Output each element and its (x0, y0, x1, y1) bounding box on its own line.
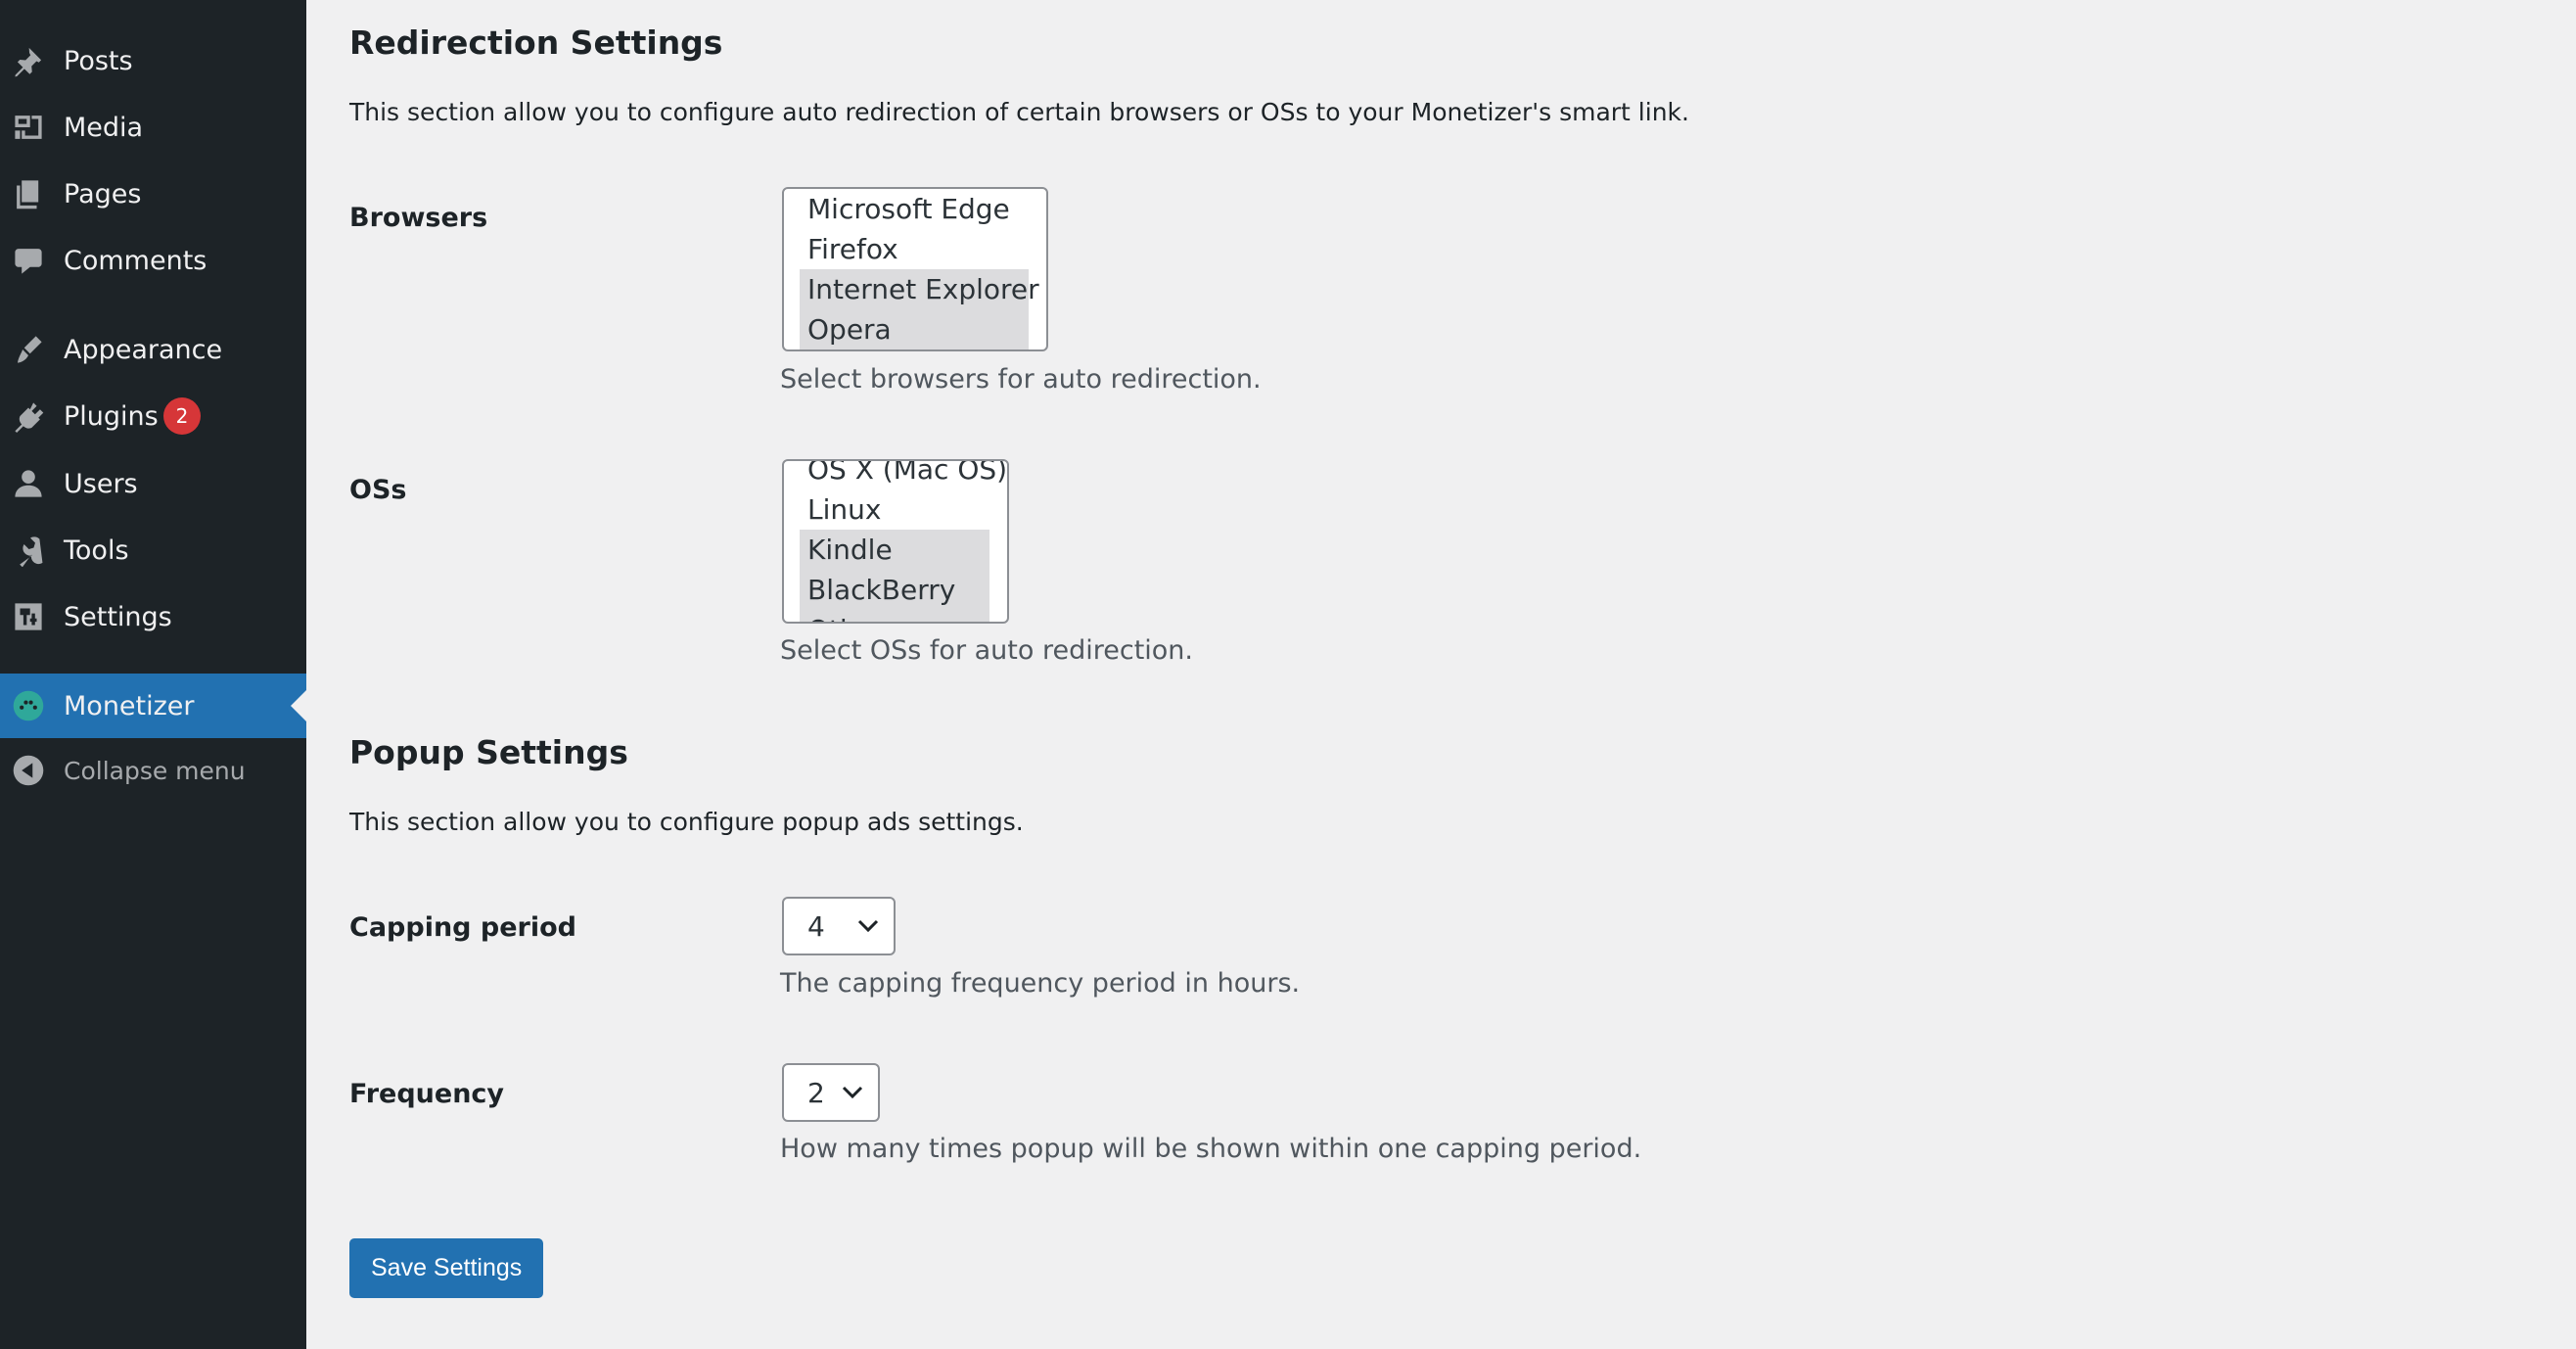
os-option-osx[interactable]: OS X (Mac OS) (800, 461, 1007, 489)
sidebar-item-label: Comments (64, 245, 207, 276)
frequency-select[interactable]: 2 (782, 1063, 880, 1122)
sidebar-item-label: Pages (64, 178, 142, 209)
sidebar-item-label: Appearance (64, 334, 223, 365)
sidebar-item-plugins[interactable]: Plugins 2 (0, 384, 306, 448)
sidebar-item-pages[interactable]: Pages (0, 162, 306, 226)
browsers-multiselect[interactable]: Microsoft Edge Firefox Internet Explorer… (782, 187, 1048, 351)
collapse-menu-button[interactable]: Collapse menu (0, 738, 306, 803)
frequency-value: 2 (807, 1076, 825, 1109)
settings-icon (11, 599, 46, 634)
popup-settings-title: Popup Settings (349, 733, 628, 771)
popup-description: This section allow you to configure popu… (349, 808, 1024, 836)
redirection-settings-title: Redirection Settings (349, 23, 723, 62)
media-icon (11, 110, 46, 145)
user-icon (11, 466, 46, 501)
collapse-icon (11, 753, 46, 788)
browser-option-edge[interactable]: Microsoft Edge (800, 189, 1010, 229)
os-option-blackberry[interactable]: BlackBerry (800, 570, 989, 610)
browser-option-firefox[interactable]: Firefox (800, 229, 898, 269)
wrench-icon (11, 533, 46, 568)
sidebar-item-tools[interactable]: Tools (0, 518, 306, 582)
update-count-badge: 2 (163, 397, 201, 435)
sidebar-item-label: Collapse menu (64, 756, 246, 785)
monetizer-icon (11, 688, 46, 723)
sidebar-item-appearance[interactable]: Appearance (0, 317, 306, 382)
frequency-help: How many times popup will be shown withi… (780, 1134, 1642, 1164)
sidebar-item-label: Media (64, 112, 144, 143)
os-option-other[interactable]: Other (800, 610, 989, 622)
chevron-down-icon (857, 919, 879, 933)
sidebar-item-monetizer[interactable]: Monetizer (0, 674, 306, 738)
plugin-icon (11, 398, 46, 434)
os-option-kindle[interactable]: Kindle (800, 530, 989, 570)
admin-sidebar: Posts Media Pages Comments Appearance Pl… (0, 0, 306, 1349)
browsers-label: Browsers (349, 203, 488, 233)
sidebar-item-media[interactable]: Media (0, 95, 306, 160)
capping-period-value: 4 (807, 909, 825, 943)
sidebar-item-settings[interactable]: Settings (0, 584, 306, 649)
capping-period-help: The capping frequency period in hours. (780, 968, 1301, 999)
oss-label: OSs (349, 475, 407, 505)
sidebar-item-label: Users (64, 468, 138, 499)
sidebar-item-comments[interactable]: Comments (0, 228, 306, 293)
settings-main: Redirection Settings This section allow … (306, 0, 2576, 1349)
chevron-down-icon (842, 1086, 863, 1099)
capping-period-label: Capping period (349, 912, 576, 943)
browser-option-ie[interactable]: Internet Explorer (800, 269, 1039, 309)
pages-icon (11, 176, 46, 211)
browsers-help: Select browsers for auto redirection. (780, 364, 1262, 395)
save-settings-button[interactable]: Save Settings (349, 1238, 544, 1298)
redirection-description: This section allow you to configure auto… (349, 98, 1689, 126)
sidebar-item-label: Monetizer (64, 690, 195, 721)
sidebar-item-label: Tools (64, 535, 129, 566)
frequency-label: Frequency (349, 1079, 505, 1109)
sidebar-item-users[interactable]: Users (0, 451, 306, 516)
brush-icon (11, 332, 46, 367)
oss-multiselect[interactable]: OS X (Mac OS) Linux Kindle BlackBerry Ot… (782, 459, 1009, 624)
capping-period-select[interactable]: 4 (782, 897, 896, 955)
sidebar-item-label: Posts (64, 45, 133, 76)
os-option-linux[interactable]: Linux (800, 489, 881, 530)
oss-help: Select OSs for auto redirection. (780, 635, 1193, 666)
sidebar-item-posts[interactable]: Posts (0, 28, 306, 93)
sidebar-item-label: Plugins (64, 400, 159, 432)
pin-icon (11, 43, 46, 78)
browser-option-opera[interactable]: Opera (800, 309, 1029, 349)
comment-icon (11, 243, 46, 278)
sidebar-item-label: Settings (64, 601, 172, 632)
